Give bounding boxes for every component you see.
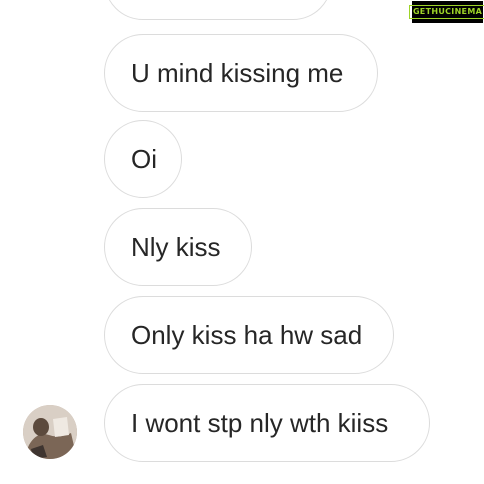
watermark-text: GETHUCINEMA <box>408 5 484 19</box>
message-bubble[interactable]: Oi <box>104 120 182 198</box>
avatar[interactable] <box>23 405 77 459</box>
message-text: Oi <box>131 143 157 174</box>
message-text: Only kiss ha hw sad <box>131 319 363 350</box>
message-text: I wont stp nly wth kiiss <box>131 407 389 438</box>
message-bubble[interactable] <box>104 0 332 20</box>
message-text: Nly kiss <box>131 231 221 262</box>
message-text: U mind kissing me <box>131 57 344 88</box>
message-bubble[interactable]: Only kiss ha hw sad <box>104 296 394 374</box>
message-bubble[interactable]: I wont stp nly wth kiiss <box>104 384 430 462</box>
watermark-logo: GETHUCINEMA <box>408 1 484 23</box>
message-bubble[interactable]: U mind kissing me <box>104 34 378 112</box>
avatar-photo-icon <box>23 405 77 459</box>
message-bubble[interactable]: Nly kiss <box>104 208 252 286</box>
message-thread: U mind kissing me Oi Nly kiss Only kiss … <box>0 0 484 484</box>
